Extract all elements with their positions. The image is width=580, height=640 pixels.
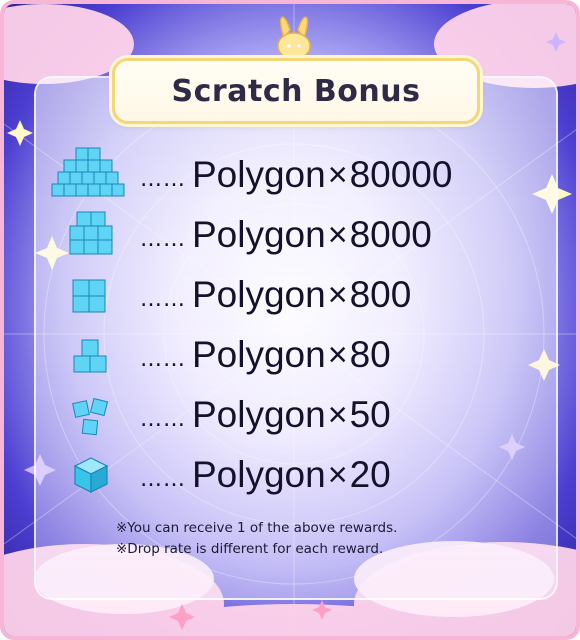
dot-leader: …… [140,346,186,372]
multiply-sign: × [327,155,348,194]
reward-row: …… Polygon × 800 [48,266,548,324]
multiply-sign: × [327,395,348,434]
multiply-sign: × [327,455,348,494]
note-line: ※Drop rate is different for each reward. [116,541,384,557]
reward-quantity: 80000 [349,154,453,195]
reward-row: …… Polygon × 20 [48,446,548,504]
reward-quantity: 8000 [349,214,432,255]
reward-name: Polygon [192,154,326,195]
reward-name: Polygon [192,454,326,495]
reward-quantity: 50 [349,394,391,435]
polygon-stack-icon [69,211,113,255]
dot-leader: …… [140,466,186,492]
bunny-emblem-icon [277,16,311,60]
polygon-single-cube-icon [73,457,109,493]
reward-name: Polygon [192,214,326,255]
polygon-small-cluster-icon [72,397,109,436]
multiply-sign: × [327,215,348,254]
dot-leader: …… [140,166,186,192]
reward-name: Polygon [192,334,326,375]
reward-row: …… Polygon × 50 [48,386,548,444]
reward-row: …… Polygon × 8000 [48,206,548,264]
reward-notes: ※You can receive 1 of the above rewards.… [116,518,516,560]
reward-name: Polygon [192,274,326,315]
reward-quantity: 80 [349,334,391,375]
reward-row: …… Polygon × 80 [48,326,548,384]
note-line: ※You can receive 1 of the above rewards. [116,520,398,536]
page-title: Scratch Bonus [171,73,421,109]
multiply-sign: × [327,335,348,374]
reward-quantity: 20 [349,454,391,495]
dot-leader: …… [140,226,186,252]
polygon-pile-icon [51,147,125,197]
reward-row: …… Polygon × 80000 [48,146,548,204]
dot-leader: …… [140,406,186,432]
reward-name: Polygon [192,394,326,435]
title-banner: Scratch Bonus [112,58,480,124]
dot-leader: …… [140,286,186,312]
multiply-sign: × [327,275,348,314]
polygon-cube-stack-icon [72,279,106,313]
reward-quantity: 800 [349,274,412,315]
scratch-bonus-card: Scratch Bonus …… Polygon × 80000 …… Poly… [0,0,580,640]
polygon-three-cubes-icon [73,339,107,373]
